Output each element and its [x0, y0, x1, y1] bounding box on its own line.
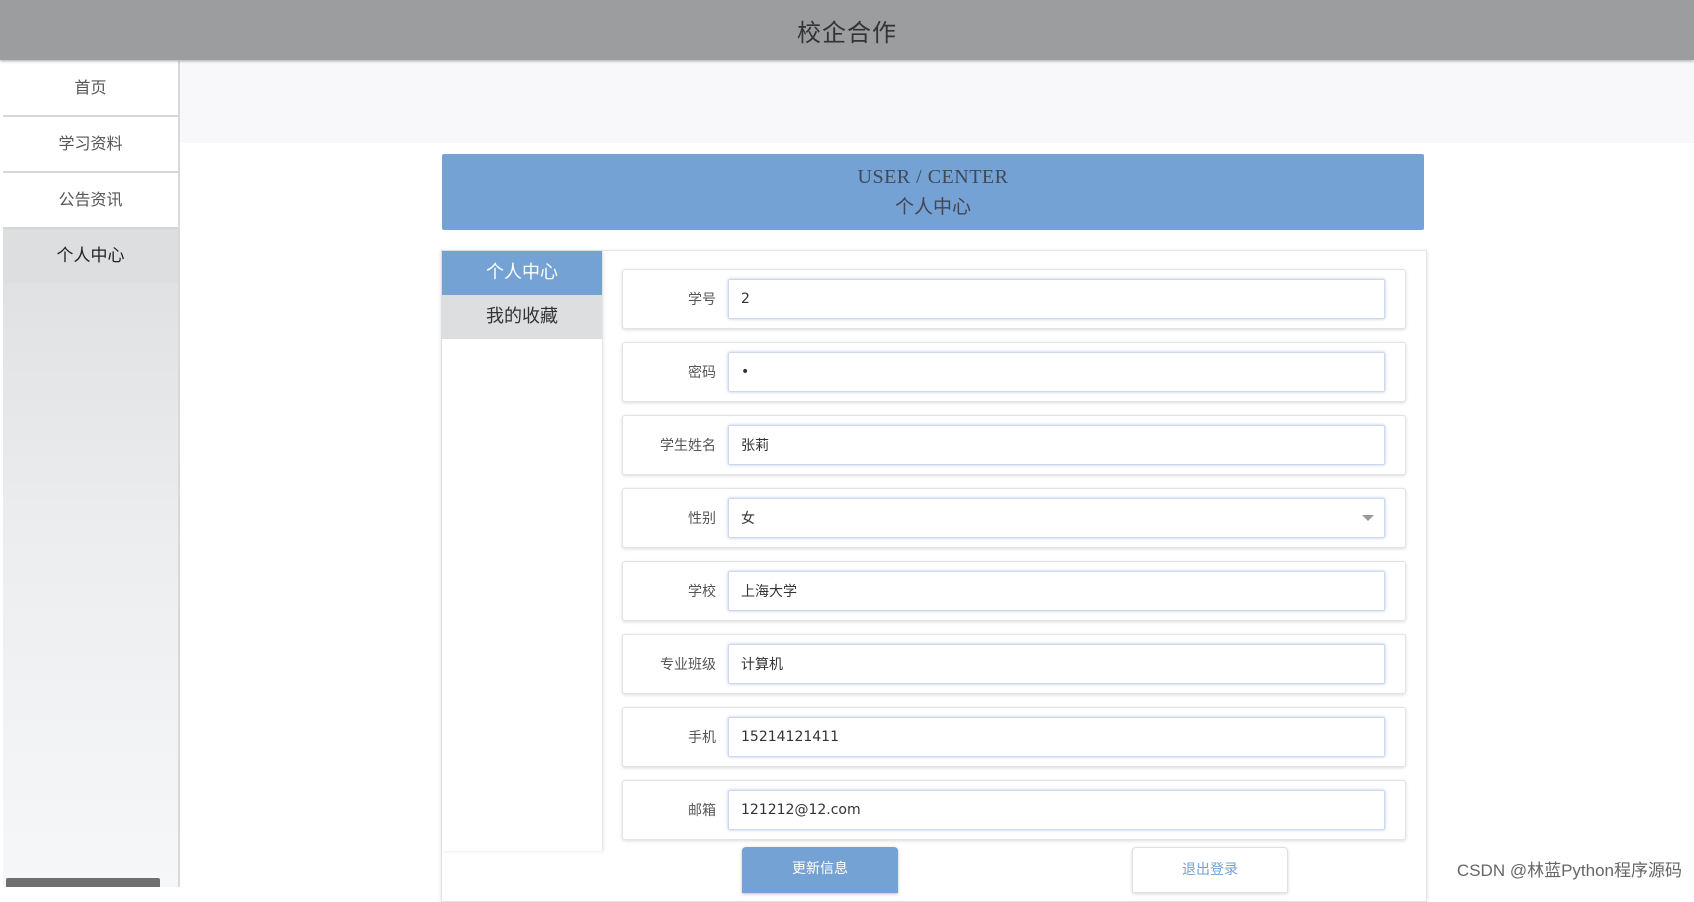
app-title: 校企合作 [797, 13, 897, 48]
email-input[interactable]: 121212@12.com [728, 790, 1385, 830]
email-label: 邮箱 [623, 800, 728, 820]
form-row-phone: 手机 15214121411 [622, 707, 1406, 767]
major-class-input[interactable]: 计算机 [728, 644, 1385, 684]
student-name-input[interactable]: 张莉 [728, 425, 1385, 465]
student-id-label: 学号 [623, 289, 728, 309]
chevron-down-icon[interactable] [1362, 515, 1374, 521]
profile-form: 学号 2 密码 • 学生姓名 张莉 性别 女 学校 上海大学 专业班级 计算机 … [622, 269, 1406, 853]
gender-label: 性别 [623, 508, 728, 528]
top-header: 校企合作 [0, 0, 1694, 60]
phone-value: 15214121411 [741, 729, 839, 745]
form-row-student-id: 学号 2 [622, 269, 1406, 329]
banner-title-en: USER / CENTER [442, 166, 1424, 189]
student-name-label: 学生姓名 [623, 435, 728, 455]
logout-button[interactable]: 退出登录 [1132, 847, 1288, 893]
tab-my-favorites[interactable]: 我的收藏 [442, 295, 602, 339]
form-row-student-name: 学生姓名 张莉 [622, 415, 1406, 475]
form-actions: 更新信息 退出登录 [622, 847, 1406, 897]
banner-title-cn: 个人中心 [442, 192, 1424, 219]
major-class-label: 专业班级 [623, 654, 728, 674]
phone-input[interactable]: 15214121411 [728, 717, 1385, 757]
sidebar-item-home[interactable]: 首页 [3, 61, 178, 117]
email-value: 121212@12.com [741, 802, 861, 818]
student-id-value: 2 [741, 291, 750, 307]
school-input[interactable]: 上海大学 [728, 571, 1385, 611]
form-row-gender: 性别 女 [622, 488, 1406, 548]
password-label: 密码 [623, 362, 728, 382]
school-label: 学校 [623, 581, 728, 601]
sidebar-item-announcements[interactable]: 公告资讯 [3, 173, 178, 229]
sidebar-item-study-materials[interactable]: 学习资料 [3, 117, 178, 173]
password-value: • [741, 364, 749, 380]
form-row-major-class: 专业班级 计算机 [622, 634, 1406, 694]
page-banner: USER / CENTER 个人中心 [442, 154, 1424, 230]
sidebar: 首页 学习资料 公告资讯 个人中心 [3, 61, 180, 887]
gender-select[interactable]: 女 [728, 498, 1385, 538]
phone-label: 手机 [623, 727, 728, 747]
student-id-input[interactable]: 2 [728, 279, 1385, 319]
sidebar-item-personal-center[interactable]: 个人中心 [3, 229, 178, 283]
school-value: 上海大学 [741, 581, 797, 601]
student-name-value: 张莉 [741, 435, 769, 455]
update-info-button[interactable]: 更新信息 [742, 847, 898, 893]
form-row-email: 邮箱 121212@12.com [622, 780, 1406, 840]
user-tabs: 个人中心 我的收藏 [442, 251, 603, 851]
form-row-school: 学校 上海大学 [622, 561, 1406, 621]
hero-strip [180, 61, 1694, 143]
user-center-panel: 个人中心 我的收藏 学号 2 密码 • 学生姓名 张莉 性别 女 学校 上海大学… [441, 250, 1427, 902]
horizontal-scrollbar[interactable] [6, 878, 160, 887]
tab-personal-center[interactable]: 个人中心 [442, 251, 602, 295]
password-input[interactable]: • [728, 352, 1385, 392]
watermark: CSDN @林蓝Python程序源码 [1457, 856, 1682, 881]
major-class-value: 计算机 [741, 654, 783, 674]
gender-value: 女 [741, 508, 755, 528]
form-row-password: 密码 • [622, 342, 1406, 402]
